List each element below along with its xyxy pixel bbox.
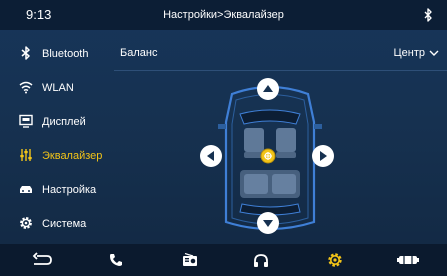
radio-icon [183, 253, 197, 266]
vehicle-button[interactable] [388, 244, 428, 276]
back-icon [32, 252, 52, 265]
bluetooth-icon [424, 8, 432, 22]
gear-icon [20, 217, 32, 229]
equalizer-icon [20, 149, 32, 161]
phone-button[interactable] [96, 244, 136, 276]
bluetooth-icon [21, 46, 30, 60]
sidebar-item-label: Эквалайзер [42, 150, 103, 162]
car-icon [20, 186, 32, 193]
balance-label: Баланс [120, 47, 158, 59]
arrow-up-icon [263, 85, 273, 92]
radio-button[interactable] [170, 244, 210, 276]
display-icon [19, 114, 33, 128]
balance-left-button[interactable] [200, 145, 222, 167]
sidebar-item-label: Настройка [42, 184, 97, 196]
sidebar-item-vehicle[interactable]: Настройка [0, 174, 106, 206]
balance-down-button[interactable] [257, 212, 279, 234]
phone-icon [110, 254, 122, 266]
status-bar: 9:13 Настройки>Эквалайзер [0, 0, 447, 30]
screen: 9:13 Настройки>Эквалайзер Bluetooth WLAN [0, 0, 447, 276]
settings-icon [328, 253, 342, 267]
arrow-left-icon [207, 151, 214, 161]
chevron-down-icon [429, 50, 439, 56]
wifi-icon [19, 81, 33, 94]
sidebar-item-bluetooth[interactable]: Bluetooth [0, 38, 106, 70]
sidebar-item-label: WLAN [42, 82, 74, 94]
balance-dropdown[interactable]: Центр [394, 38, 440, 68]
back-button[interactable] [22, 244, 62, 276]
sidebar-item-equalizer[interactable]: Эквалайзер [0, 140, 106, 172]
headphones-icon [254, 253, 268, 267]
divider [114, 70, 447, 71]
arrow-right-icon [320, 151, 327, 161]
balance-right-button[interactable] [312, 145, 334, 167]
bottom-bar [0, 244, 447, 276]
sidebar-item-label: Bluetooth [42, 48, 89, 60]
sidebar-item-display[interactable]: Дисплей [0, 106, 106, 138]
sidebar-item-system[interactable]: Система [0, 208, 106, 240]
balance-value: Центр [393, 47, 426, 59]
arrow-down-icon [263, 220, 273, 227]
sidebar-item-label: Дисплей [42, 116, 86, 128]
music-button[interactable] [241, 244, 281, 276]
balance-up-button[interactable] [257, 78, 279, 100]
sidebar-item-label: Система [42, 218, 87, 230]
sidebar-item-wlan[interactable]: WLAN [0, 72, 106, 104]
page-title: Настройки>Эквалайзер [163, 9, 284, 21]
car-icon [397, 256, 419, 264]
sidebar: Bluetooth WLAN Дисплей Эквалайзер Настро… [0, 38, 106, 244]
settings-button[interactable] [315, 244, 355, 276]
balance-header: Баланс Центр [114, 38, 447, 68]
